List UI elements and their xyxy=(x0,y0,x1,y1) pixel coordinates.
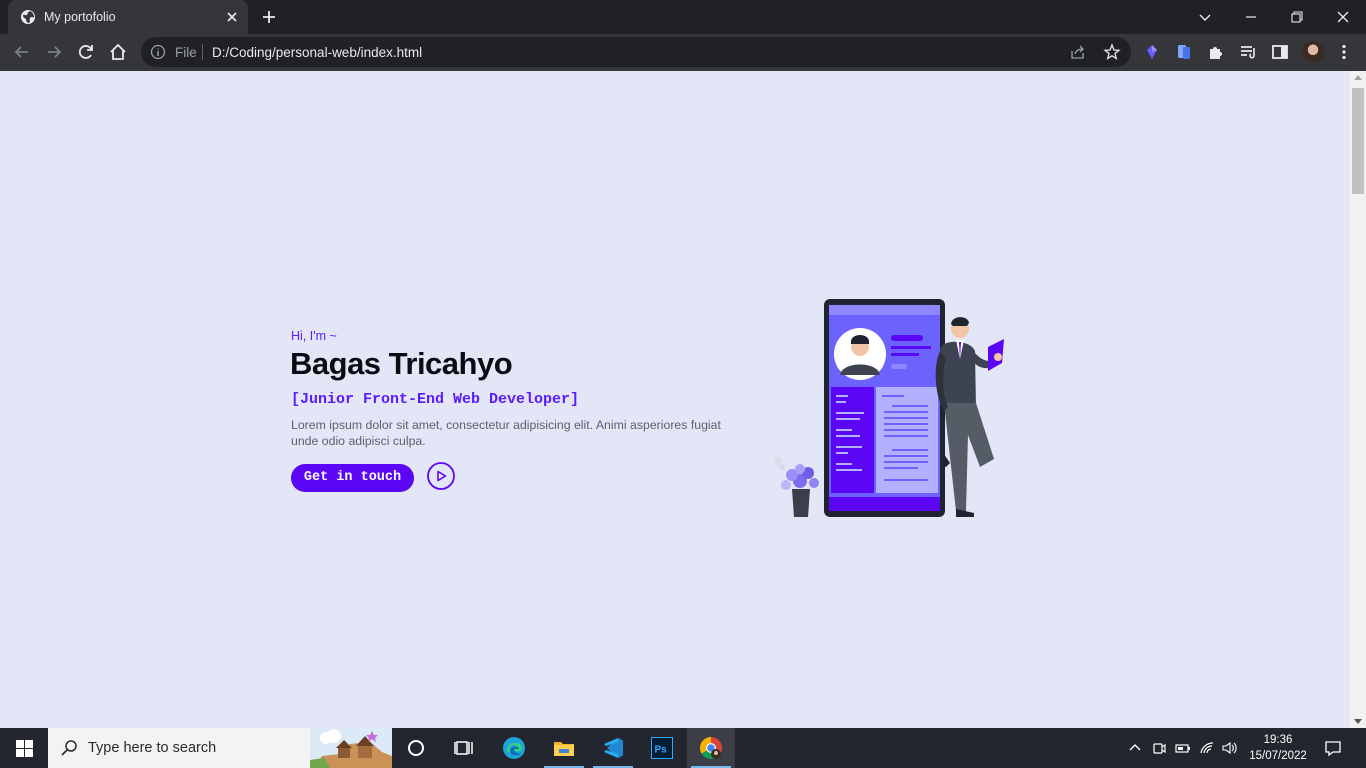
taskbar-clock[interactable]: 19:36 15/07/2022 xyxy=(1245,732,1311,764)
hero-greeting: Hi, I'm ~ xyxy=(291,329,337,343)
notification-icon[interactable] xyxy=(1324,739,1342,757)
play-circle-icon[interactable] xyxy=(427,462,455,490)
media-queue-icon[interactable] xyxy=(1238,42,1258,62)
browser-tab[interactable]: My portofolio xyxy=(8,0,248,34)
arrow-left-icon[interactable] xyxy=(12,42,32,62)
tab-search-icon[interactable] xyxy=(1194,6,1216,28)
clock-date: 15/07/2022 xyxy=(1249,750,1307,762)
hero-description: Lorem ipsum dolor sit amet, consectetur … xyxy=(291,418,721,448)
wifi-icon[interactable] xyxy=(1199,740,1215,756)
man-illustration xyxy=(935,317,1004,517)
phone-illustration xyxy=(824,299,945,517)
hero-name: Bagas Tricahyo xyxy=(290,346,513,381)
info-icon[interactable] xyxy=(150,44,166,60)
url-scheme-label: File xyxy=(175,45,197,60)
windows-taskbar: Type here to search Ps 19:36 15/07/2022 xyxy=(0,728,1366,768)
scroll-down-arrow-icon[interactable] xyxy=(1354,719,1362,724)
globe-icon xyxy=(21,10,35,24)
share-icon[interactable] xyxy=(1070,44,1086,60)
reload-icon[interactable] xyxy=(76,42,96,62)
clock-time: 19:36 xyxy=(1263,734,1293,746)
puzzle-icon[interactable] xyxy=(1206,42,1226,62)
new-tab-icon[interactable] xyxy=(260,8,278,26)
svg-text:Ps: Ps xyxy=(655,745,668,756)
arrow-right-icon[interactable] xyxy=(44,42,64,62)
plant-illustration xyxy=(774,457,819,517)
photoshop-icon: Ps xyxy=(651,737,673,759)
restore-icon[interactable] xyxy=(1286,6,1308,28)
scroll-up-arrow-icon[interactable] xyxy=(1354,75,1362,80)
get-in-touch-button[interactable]: Get in touch xyxy=(291,464,414,492)
url-text[interactable]: D:/Coding/personal-web/index.html xyxy=(212,45,422,60)
extension-cards-icon[interactable] xyxy=(1174,42,1194,62)
home-icon[interactable] xyxy=(108,42,128,62)
task-view-button[interactable] xyxy=(440,728,488,768)
taskbar-search-box[interactable]: Type here to search xyxy=(48,728,392,768)
address-bar[interactable]: File D:/Coding/personal-web/index.html xyxy=(141,37,1131,67)
taskbar-vscode-button[interactable] xyxy=(589,728,637,768)
search-highlight-illustration xyxy=(310,728,392,768)
extension-gem-icon[interactable] xyxy=(1142,42,1162,62)
windows-start-icon[interactable] xyxy=(16,740,33,757)
folder-icon xyxy=(554,742,574,756)
hero-role: [Junior Front-End Web Developer] xyxy=(291,391,580,408)
tab-title: My portofolio xyxy=(44,10,116,24)
taskbar-file-explorer-button[interactable] xyxy=(540,728,588,768)
volume-icon[interactable] xyxy=(1221,740,1237,756)
taskbar-chrome-button[interactable] xyxy=(687,728,735,768)
profile-avatar[interactable] xyxy=(1302,41,1324,63)
cortana-circle-icon xyxy=(408,740,424,756)
task-view-icon xyxy=(454,741,473,755)
side-panel-icon[interactable] xyxy=(1270,42,1290,62)
omnibox-divider xyxy=(202,44,203,60)
battery-icon[interactable] xyxy=(1175,740,1191,756)
search-placeholder: Type here to search xyxy=(88,740,217,756)
browser-toolbar: File D:/Coding/personal-web/index.html xyxy=(0,34,1366,71)
taskbar-photoshop-button[interactable]: Ps xyxy=(638,728,686,768)
close-tab-icon[interactable] xyxy=(224,9,240,25)
hero-illustration xyxy=(774,299,1004,517)
scrollbar-thumb[interactable] xyxy=(1352,88,1364,194)
taskbar-edge-button[interactable] xyxy=(490,728,538,768)
chevron-up-icon[interactable] xyxy=(1127,740,1143,756)
search-icon xyxy=(61,740,77,756)
page-viewport: Hi, I'm ~ Bagas Tricahyo [Junior Front-E… xyxy=(0,71,1350,728)
kebab-menu-icon[interactable] xyxy=(1334,42,1354,62)
vscode-icon xyxy=(604,738,623,758)
minimize-icon[interactable] xyxy=(1240,6,1262,28)
page-scrollbar[interactable] xyxy=(1350,71,1366,728)
close-window-icon[interactable] xyxy=(1332,6,1354,28)
meet-now-icon[interactable] xyxy=(1151,740,1167,756)
edge-icon xyxy=(503,737,525,759)
star-icon[interactable] xyxy=(1103,43,1121,61)
cortana-button[interactable] xyxy=(392,728,440,768)
tab-bar: My portofolio xyxy=(0,0,1366,34)
chrome-icon xyxy=(700,737,722,759)
